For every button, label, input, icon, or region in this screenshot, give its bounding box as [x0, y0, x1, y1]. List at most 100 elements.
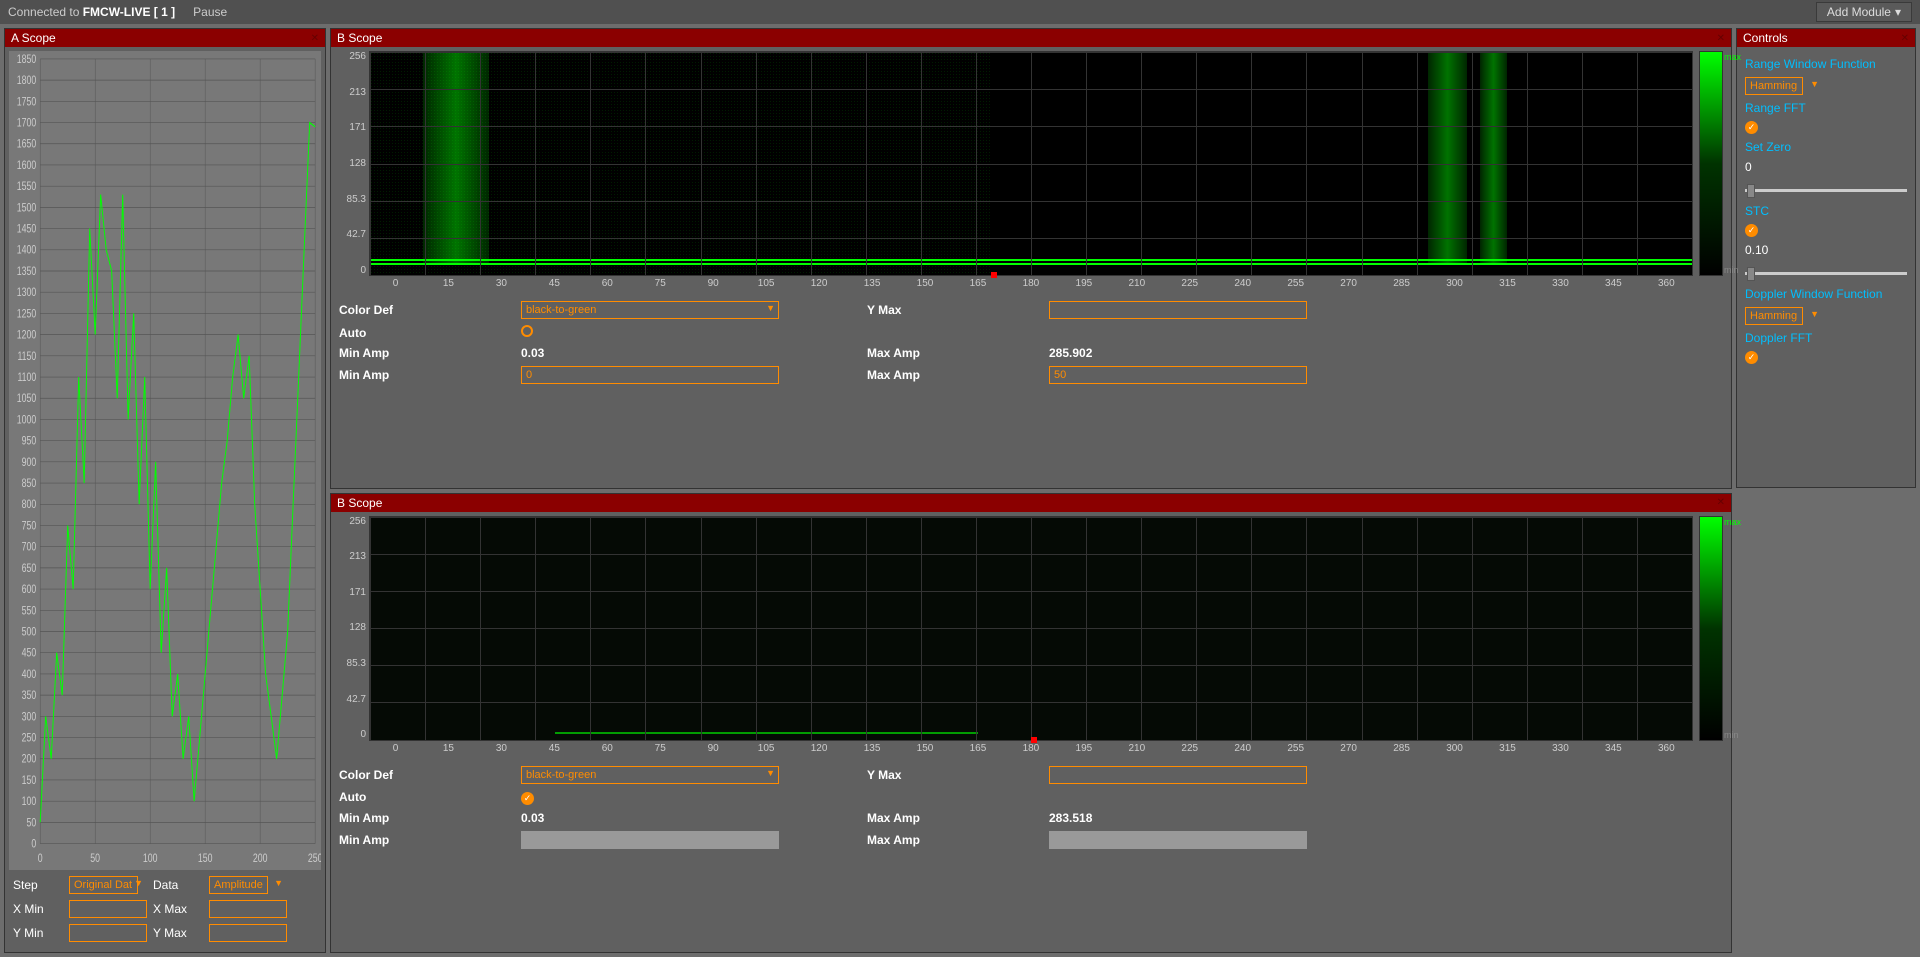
svg-text:1550: 1550 [17, 181, 37, 194]
svg-text:1250: 1250 [17, 308, 37, 321]
svg-text:200: 200 [22, 754, 37, 767]
maxamp-input-label: Max Amp [867, 368, 1035, 382]
svg-text:50: 50 [90, 853, 100, 866]
range-fft-label: Range FFT [1745, 101, 1907, 115]
bscope1-xticks: 0153045607590105120135150165180195210225… [339, 278, 1723, 289]
grad-max-label: max [1724, 52, 1741, 62]
setzero-value: 0 [1745, 160, 1907, 174]
minamp-label: Min Amp [339, 811, 507, 825]
close-icon[interactable]: ✕ [311, 33, 319, 44]
range-window-select[interactable]: Hamming [1745, 77, 1803, 95]
minamp-label: Min Amp [339, 346, 507, 360]
ascope-header: A Scope ✕ [5, 29, 325, 47]
svg-text:100: 100 [22, 796, 37, 809]
svg-text:250: 250 [308, 853, 321, 866]
svg-text:0: 0 [31, 838, 36, 851]
marker-icon [991, 272, 997, 278]
minamp-input-label: Min Amp [339, 833, 507, 847]
stc-check[interactable]: ✓ [1745, 224, 1758, 237]
ymin-input[interactable] [69, 924, 147, 942]
step-label: Step [13, 878, 63, 892]
colordef-label: Color Def [339, 768, 507, 782]
colordef-select[interactable]: black-to-green [521, 301, 779, 319]
doppler-window-select[interactable]: Hamming [1745, 307, 1803, 325]
connection-prefix: Connected to [8, 5, 83, 19]
maxamp-input[interactable] [1049, 366, 1307, 384]
auto-radio[interactable] [521, 325, 533, 337]
bscope1-title: B Scope [337, 31, 382, 45]
svg-text:1500: 1500 [17, 202, 37, 215]
ascope-chart[interactable]: 0501001502002503003504004505005506006507… [9, 51, 321, 870]
svg-text:1700: 1700 [17, 117, 37, 130]
svg-text:900: 900 [22, 457, 37, 470]
connection-status: Connected to FMCW-LIVE [ 1 ] [8, 5, 175, 19]
svg-text:1450: 1450 [17, 223, 37, 236]
bscope1-header: B Scope ✕ [331, 29, 1731, 47]
pause-button[interactable]: Pause [193, 5, 227, 19]
color-gradient: max min [1699, 51, 1723, 276]
svg-text:1350: 1350 [17, 266, 37, 279]
svg-text:1100: 1100 [17, 372, 36, 385]
svg-text:1650: 1650 [17, 139, 37, 152]
svg-text:50: 50 [27, 817, 37, 830]
minamp-value: 0.03 [521, 811, 853, 825]
close-icon[interactable]: ✕ [1717, 497, 1725, 508]
bscope2-title: B Scope [337, 496, 382, 510]
connection-target: FMCW-LIVE [ 1 ] [83, 5, 175, 19]
maxamp-input-label: Max Amp [867, 833, 1035, 847]
ymax-input[interactable] [1049, 766, 1307, 784]
caret-down-icon: ▾ [1895, 5, 1901, 19]
add-module-button[interactable]: Add Module ▾ [1816, 2, 1912, 22]
colordef-label: Color Def [339, 303, 507, 317]
bscope1-yticks: 25621317112885.342.70 [339, 51, 369, 276]
ymax-input[interactable] [1049, 301, 1307, 319]
topbar: Connected to FMCW-LIVE [ 1 ] Pause Add M… [0, 0, 1920, 24]
minamp-input[interactable] [521, 366, 779, 384]
xmax-input[interactable] [209, 900, 287, 918]
ascope-title: A Scope [11, 31, 56, 45]
colordef-select[interactable]: black-to-green [521, 766, 779, 784]
ymax-label: Y Max [867, 768, 1035, 782]
svg-text:150: 150 [198, 853, 213, 866]
bscope2-xticks: 0153045607590105120135150165180195210225… [339, 743, 1723, 754]
grad-max-label: max [1724, 517, 1741, 527]
bscope1-plot [369, 51, 1693, 276]
doppler-window-label: Doppler Window Function [1745, 287, 1907, 301]
svg-text:250: 250 [22, 732, 37, 745]
bscope1-panel: B Scope ✕ 25621317112885.342.70 [330, 28, 1732, 489]
xmin-input[interactable] [69, 900, 147, 918]
svg-text:100: 100 [143, 853, 158, 866]
bscope2-panel: B Scope ✕ 25621317112885.342.70 max min [330, 493, 1732, 954]
svg-text:1150: 1150 [17, 351, 36, 364]
ymax-label: Y Max [867, 303, 1035, 317]
bscope2-plot [369, 516, 1693, 741]
setzero-slider[interactable] [1745, 182, 1907, 198]
controls-header: Controls ✕ [1737, 29, 1915, 47]
maxamp-label: Max Amp [867, 811, 1035, 825]
svg-text:500: 500 [22, 626, 37, 639]
data-select[interactable]: Amplitude [209, 876, 268, 894]
grad-min-label: min [1724, 730, 1739, 740]
grad-min-label: min [1724, 265, 1739, 275]
doppler-fft-check[interactable]: ✓ [1745, 351, 1758, 364]
auto-label: Auto [339, 790, 507, 804]
bscope2-yticks: 25621317112885.342.70 [339, 516, 369, 741]
svg-text:1800: 1800 [17, 75, 37, 88]
svg-text:1300: 1300 [17, 287, 37, 300]
step-select[interactable]: Original Dat [69, 876, 138, 894]
bscope2-header: B Scope ✕ [331, 494, 1731, 512]
svg-text:150: 150 [22, 775, 37, 788]
xmax-label: X Max [153, 902, 203, 916]
ymax-input[interactable] [209, 924, 287, 942]
close-icon[interactable]: ✕ [1717, 33, 1725, 44]
bscope2-chart[interactable]: 25621317112885.342.70 max min [339, 516, 1723, 741]
auto-check-icon[interactable]: ✓ [521, 792, 534, 805]
stc-slider[interactable] [1745, 265, 1907, 281]
controls-panel: Controls ✕ Range Window Function Hamming… [1736, 28, 1916, 488]
svg-text:550: 550 [22, 605, 37, 618]
minamp-input-label: Min Amp [339, 368, 507, 382]
svg-text:850: 850 [22, 478, 37, 491]
close-icon[interactable]: ✕ [1901, 33, 1909, 44]
bscope1-chart[interactable]: 25621317112885.342.70 max min [339, 51, 1723, 276]
range-fft-check[interactable]: ✓ [1745, 121, 1758, 134]
